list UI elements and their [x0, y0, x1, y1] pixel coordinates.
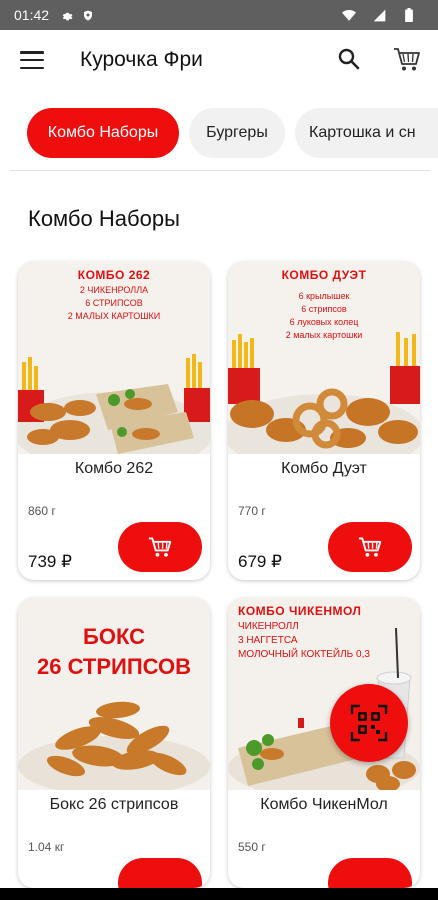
product-name: Бокс 26 стрипсов: [49, 796, 179, 813]
product-name: Комбо 262: [74, 460, 154, 477]
product-weight: 860 г: [28, 504, 56, 518]
category-tabs: Комбо Наборы Бургеры Картошка и сн: [0, 108, 438, 160]
section-title: Комбо Наборы: [28, 206, 180, 231]
product-weight: 550 г: [238, 840, 266, 854]
add-to-cart-icon: [358, 537, 382, 557]
category-chip-fries[interactable]: Картошка и сн: [295, 108, 438, 158]
photo-title: БОКС: [83, 624, 145, 649]
product-name: Комбо ЧикенМол: [260, 796, 388, 813]
shield-icon: [81, 8, 95, 22]
product-card-box-26-strips[interactable]: БОКС 26 СТРИПСОВ Бокс 26 стрипсов 1.04 к…: [18, 598, 210, 888]
divider: [10, 170, 430, 171]
photo-lines: ЧИКЕНРОЛЛ 3 НАГГЕТСА МОЛОЧНЫЙ КОКТЕЙЛЬ 0…: [238, 621, 370, 660]
add-to-cart-button[interactable]: [118, 522, 202, 572]
status-time: 01:42: [14, 7, 50, 23]
product-photo: КОМБО ДУЭТ 6 крылышек 6 стрипсов 6 луков…: [228, 262, 420, 454]
qr-code-icon: [350, 704, 388, 742]
photo-title: КОМБО 262: [77, 268, 151, 282]
settings-icon: [59, 8, 73, 22]
add-to-cart-button[interactable]: [328, 522, 412, 572]
cart-icon[interactable]: [392, 44, 422, 74]
product-weight: 770 г: [238, 504, 266, 518]
category-chip-burgers[interactable]: Бургеры: [189, 108, 285, 158]
photo-subtitle: 26 СТРИПСОВ: [37, 654, 191, 679]
wifi-icon: [342, 8, 356, 22]
menu-icon[interactable]: [18, 48, 46, 72]
qr-scan-button[interactable]: [330, 684, 408, 762]
battery-icon: [402, 8, 416, 22]
product-weight: 1.04 кг: [28, 840, 65, 854]
status-bar: 01:42: [0, 0, 438, 30]
system-nav-bar: [0, 888, 438, 900]
photo-lines: 2 ЧИКЕНРОЛЛА 6 СТРИПСОВ 2 МАЛЫХ КАРТОШКИ: [67, 285, 161, 321]
app-bar: Курочка Фри: [0, 30, 438, 90]
product-card-combo-duet[interactable]: КОМБО ДУЭТ 6 крылышек 6 стрипсов 6 луков…: [228, 262, 420, 580]
product-name: Комбо Дуэт: [281, 460, 367, 477]
photo-lines: 6 крылышек 6 стрипсов 6 луковых колец 2 …: [285, 291, 363, 340]
search-icon[interactable]: [336, 46, 362, 72]
product-photo: КОМБО 262 2 ЧИКЕНРОЛЛА 6 СТРИПСОВ 2 МАЛЫ…: [18, 262, 210, 454]
product-price: 739 ₽: [28, 552, 72, 571]
photo-title: КОМБО ЧИКЕНМОЛ: [238, 604, 362, 618]
category-chip-combo[interactable]: Комбо Наборы: [27, 108, 179, 158]
product-price: 679 ₽: [238, 552, 282, 571]
add-to-cart-icon: [148, 537, 172, 557]
photo-title: КОМБО ДУЭТ: [281, 268, 367, 282]
add-to-cart-button[interactable]: [118, 858, 202, 888]
app-title: Курочка Фри: [80, 48, 203, 71]
add-to-cart-button[interactable]: [328, 858, 412, 888]
signal-icon: [372, 8, 386, 22]
product-card-combo-262[interactable]: КОМБО 262 2 ЧИКЕНРОЛЛА 6 СТРИПСОВ 2 МАЛЫ…: [18, 262, 210, 580]
product-photo: БОКС 26 СТРИПСОВ: [18, 598, 210, 790]
